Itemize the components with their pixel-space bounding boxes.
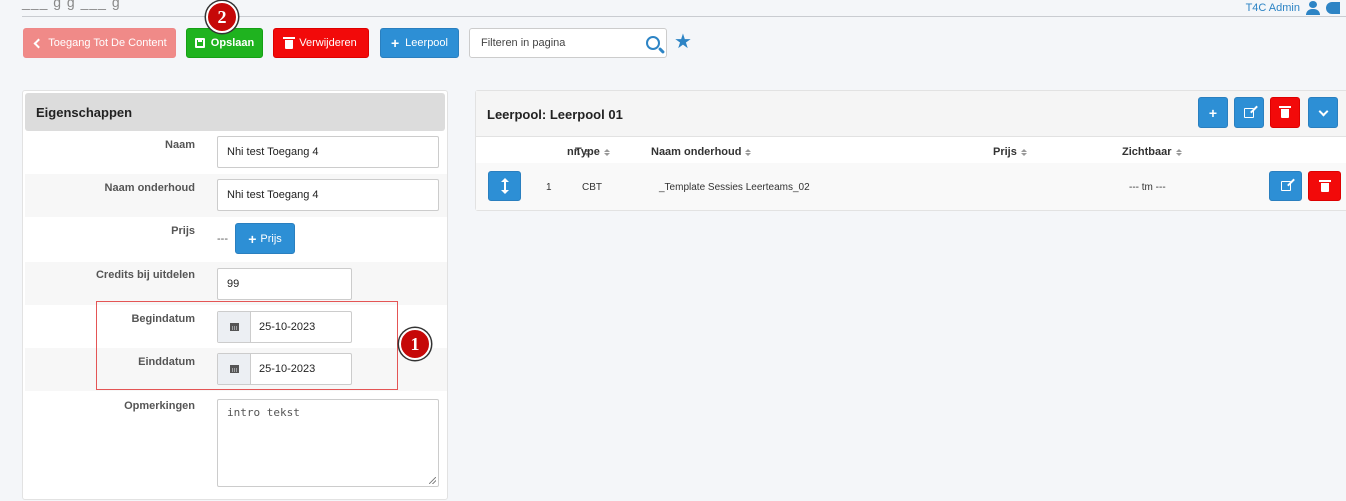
user-icon[interactable] <box>1306 1 1320 15</box>
add-prijs-label: Prijs <box>260 232 282 245</box>
add-leerpool-button[interactable]: + Leerpool <box>380 28 459 58</box>
leerpool-header: Leerpool: Leerpool 01 + <box>476 91 1346 137</box>
credits-row: Credits bij uitdelen 99 <box>25 262 447 305</box>
favorite-star-icon[interactable]: ★ <box>674 32 692 52</box>
opmerkingen-placeholder: intro tekst <box>227 406 300 419</box>
naam-onderhoud-label: Naam onderhoud <box>104 182 195 194</box>
naam-label: Naam <box>165 139 195 151</box>
column-prijs-label: Prijs <box>993 146 1017 158</box>
chevron-down-icon <box>1318 106 1328 116</box>
user-menu[interactable]: T4C Admin <box>1246 0 1340 16</box>
column-zichtbaar-label: Zichtbaar <box>1122 146 1172 158</box>
leerpool-title: Leerpool: Leerpool 01 <box>487 107 623 122</box>
back-button-label: Toegang Tot De Content <box>48 37 167 49</box>
naam-input[interactable]: Nhi test Toegang 4 <box>217 136 439 168</box>
edit-pool-button[interactable] <box>1234 97 1264 128</box>
save-button-label: Opslaan <box>210 37 255 49</box>
column-type-label: Type <box>575 146 600 158</box>
trash-icon <box>1279 106 1291 118</box>
properties-title: Eigenschappen <box>25 93 445 131</box>
annotation-marker-1: 1 <box>399 328 431 360</box>
search-icon[interactable] <box>646 36 660 50</box>
add-prijs-button[interactable]: + Prijs <box>235 223 295 254</box>
column-naam-onderhoud-label: Naam onderhoud <box>651 146 742 158</box>
sort-icon <box>1021 149 1027 156</box>
user-name: T4C Admin <box>1245 2 1300 14</box>
properties-panel: Eigenschappen Naam Nhi test Toegang 4 Na… <box>22 90 448 500</box>
floppy-disk-icon <box>194 38 205 48</box>
naam-onderhoud-input[interactable]: Nhi test Toegang 4 <box>217 179 439 211</box>
add-item-button[interactable]: + <box>1198 97 1228 128</box>
plus-icon: + <box>1208 104 1218 121</box>
filter-input[interactable] <box>479 36 639 50</box>
cell-type: CBT <box>582 182 602 193</box>
sort-icon <box>1176 149 1182 156</box>
edit-icon <box>1280 181 1291 191</box>
edit-row-button[interactable] <box>1269 171 1302 201</box>
annotation-marker-2: 2 <box>206 1 238 33</box>
page-title-fragment: ___ g g ___ g <box>22 0 121 10</box>
trash-icon <box>1318 179 1331 192</box>
toggle-icon[interactable] <box>1326 2 1340 14</box>
column-prijs[interactable]: Prijs <box>993 146 1027 158</box>
reorder-handle[interactable] <box>488 171 521 201</box>
prijs-value: --- <box>217 233 228 245</box>
opmerkingen-row: Opmerkingen intro tekst <box>25 391 447 501</box>
back-to-content-button[interactable]: Toegang Tot De Content <box>23 28 176 58</box>
up-down-arrow-icon <box>500 178 509 194</box>
collapse-pool-button[interactable] <box>1308 97 1338 128</box>
chevron-left-icon <box>33 38 44 48</box>
delete-button[interactable]: Verwijderen <box>273 28 369 58</box>
column-type[interactable]: Type <box>575 146 610 158</box>
delete-button-label: Verwijderen <box>299 37 357 49</box>
credits-label: Credits bij uitdelen <box>95 269 195 281</box>
sort-icon <box>745 149 751 156</box>
prijs-label: Prijs <box>171 225 195 237</box>
opmerkingen-textarea[interactable]: intro tekst <box>217 399 439 487</box>
date-highlight-box <box>96 301 398 390</box>
cell-naam-onderhoud: _Template Sessies Leerteams_02 <box>659 182 810 193</box>
opmerkingen-label: Opmerkingen <box>124 400 195 412</box>
delete-row-button[interactable] <box>1308 171 1341 201</box>
edit-icon <box>1244 107 1254 118</box>
add-leerpool-label: Leerpool <box>405 37 448 49</box>
leerpool-panel: Leerpool: Leerpool 01 + nr. Type Naam on… <box>475 90 1346 211</box>
sort-icon <box>604 149 610 156</box>
cell-zichtbaar: --- tm --- <box>1129 182 1166 193</box>
naam-row: Naam Nhi test Toegang 4 <box>25 131 447 174</box>
prijs-row: Prijs --- + Prijs <box>25 217 447 262</box>
trash-icon <box>283 36 296 49</box>
table-row[interactable] <box>476 163 1346 210</box>
column-zichtbaar[interactable]: Zichtbaar <box>1122 146 1182 158</box>
naam-onderhoud-row: Naam onderhoud Nhi test Toegang 4 <box>25 174 447 217</box>
credits-input[interactable]: 99 <box>217 268 352 300</box>
page-filter <box>469 28 667 58</box>
column-naam-onderhoud[interactable]: Naam onderhoud <box>651 146 751 158</box>
delete-pool-button[interactable] <box>1270 97 1300 128</box>
resize-handle[interactable] <box>429 477 436 484</box>
plus-icon: + <box>390 35 400 51</box>
plus-icon: + <box>248 230 257 247</box>
cell-nr: 1 <box>546 182 552 193</box>
